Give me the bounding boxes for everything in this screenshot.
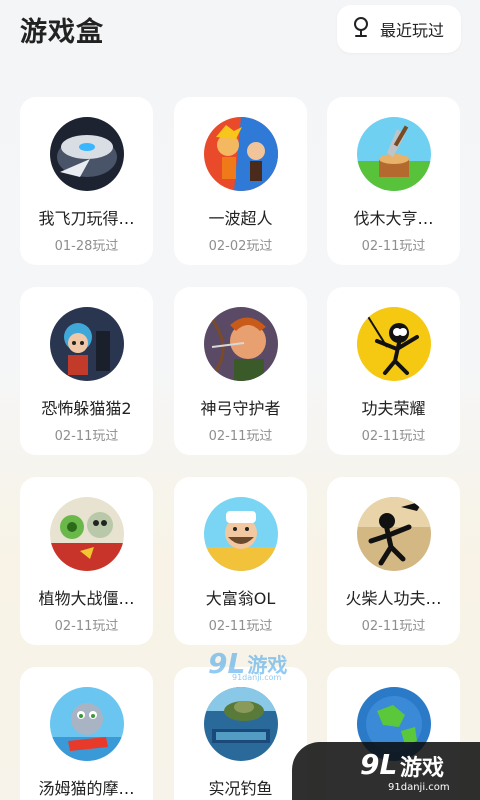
game-icon-monopoly — [203, 497, 278, 571]
game-card[interactable]: 我飞刀玩得… 01-28玩过 — [20, 97, 153, 265]
game-card[interactable]: 实况钓鱼 — [174, 667, 307, 800]
corner-watermark-mark: 9L — [360, 748, 398, 781]
game-card[interactable]: 大富翁OL 02-11玩过 — [174, 477, 307, 645]
game-name: 恐怖躲猫猫2 — [41, 399, 132, 418]
game-icon-hide-seek — [49, 307, 124, 381]
last-played-date: 02-11玩过 — [54, 619, 119, 634]
game-card[interactable]: 功夫荣耀 02-11玩过 — [327, 287, 460, 455]
game-icon-knife — [49, 117, 124, 191]
game-icon-plants-zombies — [49, 497, 124, 571]
recently-played-button[interactable]: 最近玩过 — [337, 5, 461, 53]
game-name: 汤姆猫的摩… — [38, 779, 135, 798]
game-icon-fishing — [203, 687, 278, 761]
game-icon-lumber — [356, 117, 431, 191]
watermark-url: 91danji.com — [232, 673, 282, 682]
last-played-date: 02-11玩过 — [54, 429, 119, 444]
game-card[interactable]: 汤姆猫的摩… — [20, 667, 153, 800]
game-card[interactable]: 火柴人功夫… 02-11玩过 — [327, 477, 460, 645]
game-card[interactable]: 植物大战僵… 02-11玩过 — [20, 477, 153, 645]
game-icon-tom-cat — [49, 687, 124, 761]
last-played-date: 02-11玩过 — [361, 239, 426, 254]
recently-played-label: 最近玩过 — [380, 21, 445, 40]
game-name: 我飞刀玩得… — [38, 209, 135, 228]
game-name: 功夫荣耀 — [361, 399, 426, 418]
corner-watermark-url: 91danji.com — [388, 782, 450, 793]
game-name: 伐木大亨… — [353, 209, 434, 228]
corner-watermark-text: 游戏 — [400, 756, 445, 781]
page-title: 游戏盒 — [20, 17, 104, 48]
corner-watermark: 9L 游戏 91danji.com — [292, 742, 480, 800]
game-name: 一波超人 — [208, 209, 273, 228]
last-played-date: 01-28玩过 — [54, 239, 119, 254]
game-name: 神弓守护者 — [200, 399, 281, 418]
game-name: 大富翁OL — [205, 589, 276, 608]
watermark-logo: 9L 游戏 91danji.com — [208, 645, 287, 683]
last-played-date: 02-02玩过 — [208, 239, 273, 254]
game-name: 火柴人功夫… — [345, 589, 442, 608]
game-card[interactable]: 伐木大亨… 02-11玩过 — [327, 97, 460, 265]
game-name: 植物大战僵… — [38, 589, 135, 608]
game-icon-stickman-kungfu — [356, 497, 431, 571]
last-played-date: 02-11玩过 — [361, 429, 426, 444]
last-played-date: 02-11玩过 — [208, 619, 273, 634]
game-card[interactable]: 神弓守护者 02-11玩过 — [174, 287, 307, 455]
game-icon-archer — [203, 307, 278, 381]
location-pin-icon — [351, 16, 371, 42]
header: 游戏盒 最近玩过 — [0, 0, 480, 60]
game-card[interactable]: 一波超人 02-02玩过 — [174, 97, 307, 265]
last-played-date: 02-11玩过 — [361, 619, 426, 634]
last-played-date: 02-11玩过 — [208, 429, 273, 444]
game-icon-kungfu — [356, 307, 431, 381]
game-card[interactable]: 恐怖躲猫猫2 02-11玩过 — [20, 287, 153, 455]
game-icon-superhero — [203, 117, 278, 191]
game-name: 实况钓鱼 — [208, 779, 273, 798]
